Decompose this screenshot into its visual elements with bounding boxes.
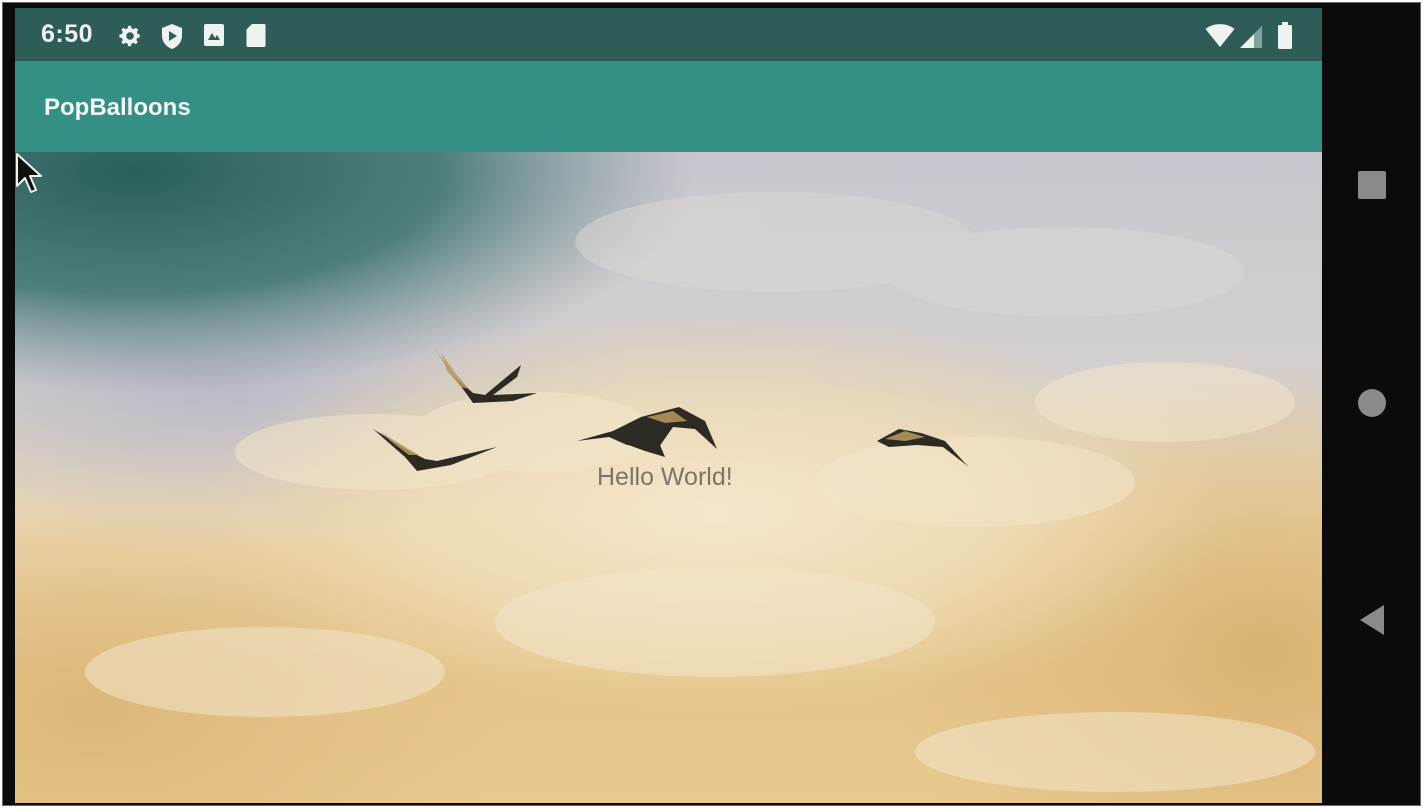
status-bar: 6:50 [15,8,1322,61]
navigation-bar [1322,3,1420,805]
recents-icon[interactable] [1352,165,1392,205]
app-bar: PopBalloons [15,61,1322,152]
emulator-frame: 6:50 PopBalloons Hello World! [2,2,1421,806]
status-time: 6:50 [41,20,94,48]
main-content: Hello World! [15,152,1322,803]
cell-signal-icon [1240,26,1262,48]
home-icon[interactable] [1352,383,1392,423]
gear-icon [119,25,140,47]
shield-play-icon [162,24,182,49]
app-title: PopBalloons [44,94,191,121]
device-screen: 6:50 PopBalloons Hello World! [15,8,1322,803]
wifi-icon [1205,24,1235,47]
flying-birds-image [373,347,969,471]
image-icon [204,24,224,46]
battery-icon [1278,22,1292,49]
back-icon[interactable] [1352,600,1392,640]
hello-world-text: Hello World! [597,463,733,491]
sd-card-icon [246,24,266,47]
mouse-pointer-icon [16,153,42,193]
